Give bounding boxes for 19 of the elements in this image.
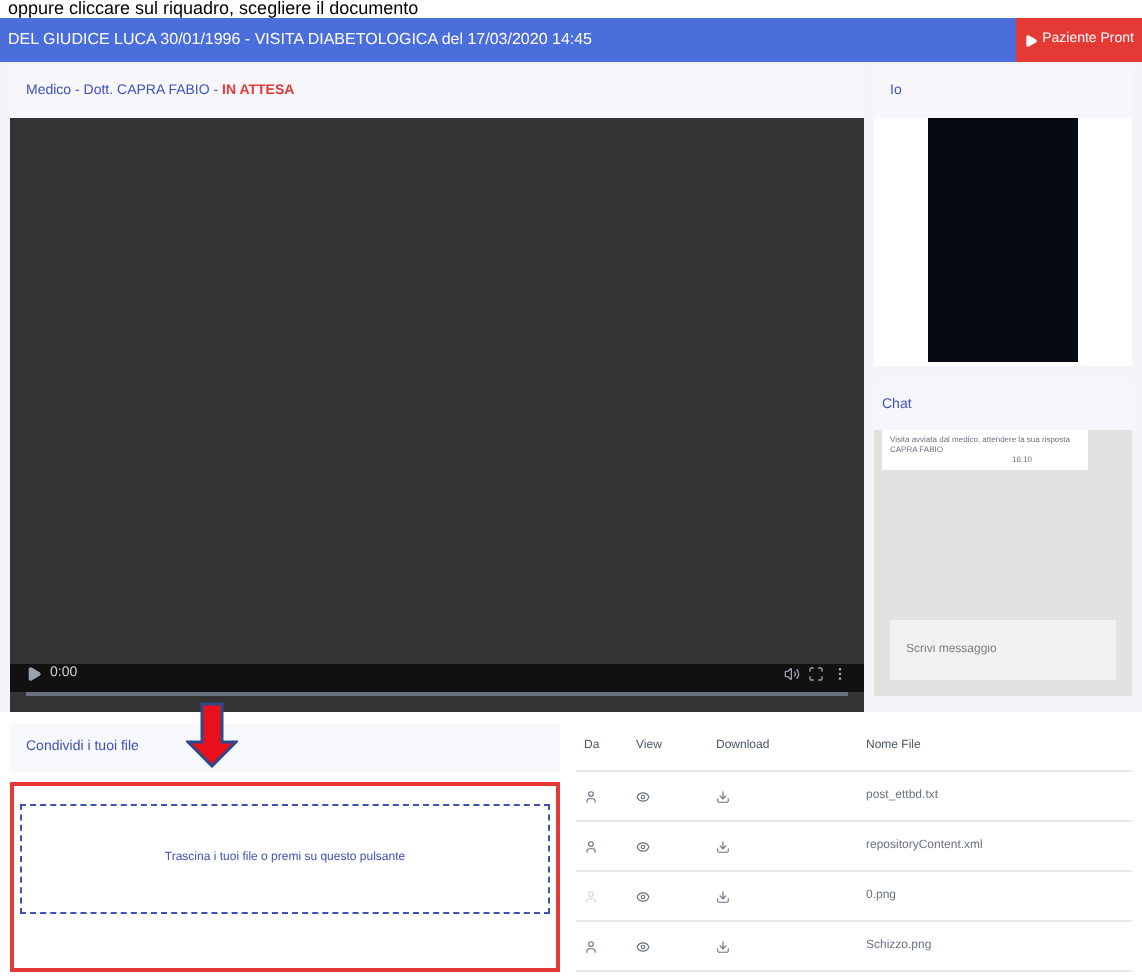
person-icon [584, 939, 598, 953]
download-icon[interactable] [716, 889, 730, 903]
fullscreen-icon[interactable] [808, 665, 824, 682]
caption-text: oppure cliccare sul riquadro, scegliere il documento [6, 0, 421, 18]
download-icon[interactable] [716, 789, 730, 803]
visit-title: DEL GIUDICE LUCA 30/01/1996 - VISITA DIABETOLOGICA del 17/03/2020 14:45 [8, 28, 593, 52]
view-icon[interactable] [636, 939, 650, 953]
arrow-icon [186, 702, 238, 768]
view-icon[interactable] [636, 889, 650, 903]
download-icon[interactable] [716, 839, 730, 853]
person-icon [584, 839, 598, 853]
person-icon [584, 889, 598, 903]
play-icon [1024, 33, 1039, 47]
person-icon [584, 789, 598, 803]
download-icon[interactable] [716, 939, 730, 953]
play-icon[interactable] [26, 665, 42, 682]
view-icon[interactable] [636, 789, 650, 803]
view-icon[interactable] [636, 839, 650, 853]
volume-icon[interactable] [784, 665, 800, 682]
